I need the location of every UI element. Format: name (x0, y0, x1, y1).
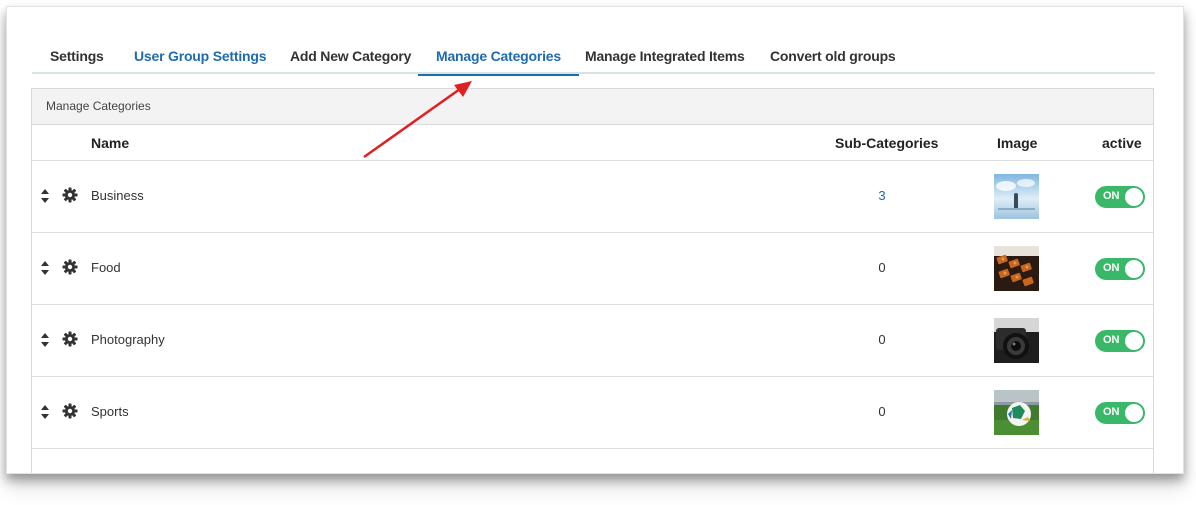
tab-manage-integrated-items[interactable]: Manage Integrated Items (585, 42, 745, 74)
column-active-header: active (1102, 135, 1142, 151)
active-toggle[interactable]: ON (1095, 402, 1145, 424)
subcategories-count: 0 (878, 260, 886, 275)
tab-settings[interactable]: Settings (50, 42, 104, 74)
toggle-knob (1125, 404, 1143, 422)
table-header: Name Sub-Categories Image active (32, 125, 1153, 161)
gear-icon[interactable] (62, 331, 78, 347)
active-toggle[interactable]: ON (1095, 258, 1145, 280)
category-name: Sports (91, 404, 129, 419)
toggle-on-label: ON (1103, 190, 1120, 202)
category-name: Photography (91, 332, 165, 347)
gear-icon[interactable] (62, 259, 78, 275)
photography-image (994, 318, 1039, 363)
table-row: Food 0 ON (32, 233, 1153, 305)
column-image-header: Image (997, 135, 1038, 151)
table-row: Business 3 ON (32, 161, 1153, 233)
subcategories-count-link[interactable]: 3 (862, 188, 902, 203)
subcategories-count: 0 (878, 404, 886, 419)
sort-icon[interactable] (40, 260, 50, 276)
active-toggle[interactable]: ON (1095, 330, 1145, 352)
annotation-arrow (363, 81, 472, 159)
toggle-on-label: ON (1103, 334, 1120, 346)
toggle-on-label: ON (1103, 406, 1120, 418)
gear-icon[interactable] (62, 187, 78, 203)
tab-convert-old-groups[interactable]: Convert old groups (770, 42, 896, 74)
tab-add-new-category[interactable]: Add New Category (290, 42, 411, 74)
tab-manage-categories[interactable]: Manage Categories (418, 42, 579, 76)
active-toggle[interactable]: ON (1095, 186, 1145, 208)
table-row: Sports 0 ON (32, 377, 1153, 449)
sort-icon[interactable] (40, 332, 50, 348)
category-name: Food (91, 260, 121, 275)
panel-title: Manage Categories (32, 89, 1153, 125)
tab-bar: Settings User Group Settings Add New Cat… (32, 42, 1155, 76)
toggle-knob (1125, 332, 1143, 350)
toggle-on-label: ON (1103, 262, 1120, 274)
sort-icon[interactable] (40, 404, 50, 420)
column-name-header: Name (91, 135, 130, 151)
business-image (994, 174, 1039, 219)
table-row: Photography 0 ON (32, 305, 1153, 377)
food-image (994, 246, 1039, 291)
toggle-knob (1125, 260, 1143, 278)
column-subcategories-header: Sub-Categories (835, 135, 939, 151)
gear-icon[interactable] (62, 403, 78, 419)
toggle-knob (1125, 188, 1143, 206)
tab-user-group-settings[interactable]: User Group Settings (134, 42, 267, 74)
sports-image (994, 390, 1039, 435)
subcategories-count: 0 (878, 332, 886, 347)
sort-icon[interactable] (40, 188, 50, 204)
settings-card: Settings User Group Settings Add New Cat… (6, 6, 1184, 474)
manage-categories-panel: Manage Categories Name Sub-Categories Im… (31, 88, 1154, 473)
category-name: Business (91, 188, 144, 203)
